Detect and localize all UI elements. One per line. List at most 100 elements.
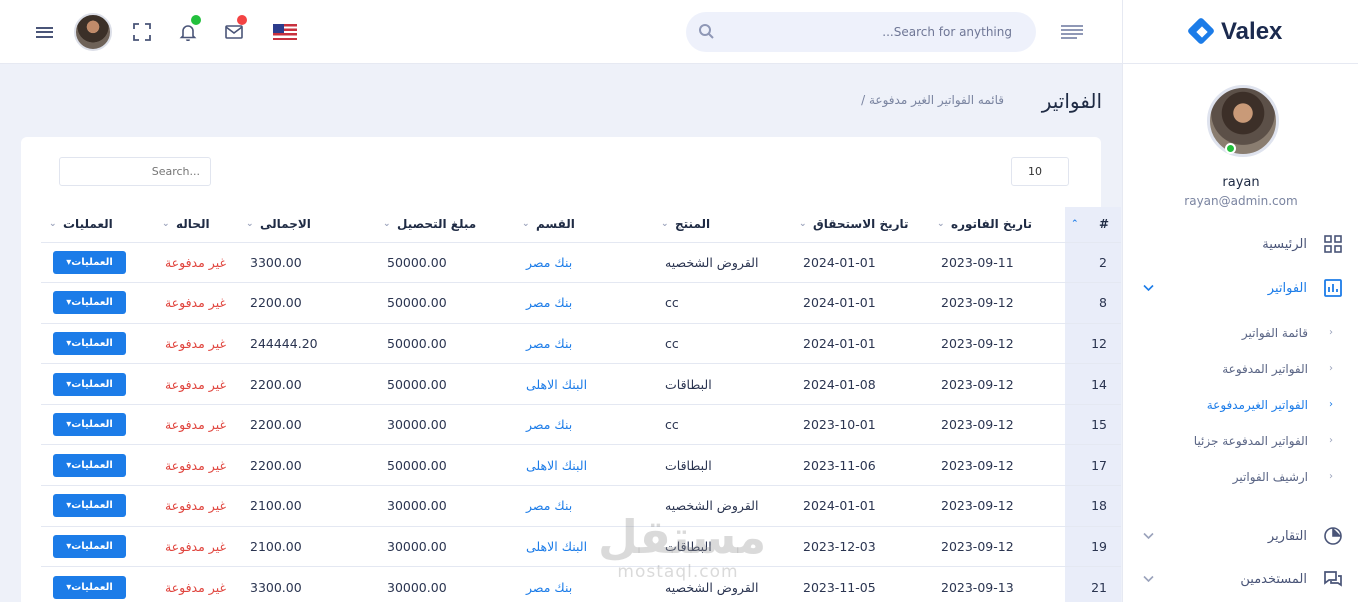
cell-section[interactable]: بنك مصر bbox=[514, 404, 653, 446]
cell-collection-amount: 50000.00 bbox=[375, 444, 514, 487]
column-header[interactable]: العمليات ⌄ bbox=[41, 207, 154, 243]
submenu-invoice-list[interactable]: قائمة الفواتير › bbox=[1123, 321, 1358, 347]
cell-actions: العمليات▾ bbox=[41, 485, 154, 527]
sidebar-toggle-icon[interactable] bbox=[1060, 20, 1084, 44]
cell-invoice-date: 2023-09-12 bbox=[929, 526, 1065, 568]
column-header-label: العمليات bbox=[63, 217, 113, 232]
cell-product: القروض الشخصيه bbox=[653, 485, 791, 527]
chevron-down-icon bbox=[1143, 281, 1154, 295]
profile-avatar[interactable] bbox=[1207, 85, 1279, 157]
cell-section[interactable]: بنك مصر bbox=[514, 282, 653, 324]
breadcrumb[interactable]: / قائمه الفواتير الغير مدفوعة bbox=[861, 93, 1004, 107]
sidebar-item-reports[interactable]: التقارير bbox=[1123, 521, 1358, 551]
sort-icon: ⌄ bbox=[246, 219, 254, 229]
fullscreen-icon[interactable] bbox=[130, 20, 154, 44]
search-input[interactable] bbox=[686, 12, 1036, 52]
sidebar-item-invoices[interactable]: الفواتير bbox=[1123, 273, 1358, 303]
invoices-table: # ⌃ تاريخ الفاتوره ⌄ تاريخ الاستحقاق ⌄ المنتج ⌄… bbox=[41, 207, 1121, 602]
actions-dropdown-button[interactable]: العمليات▾ bbox=[53, 372, 126, 396]
column-header[interactable]: القسم ⌄ bbox=[514, 207, 653, 243]
actions-dropdown-button[interactable]: العمليات▾ bbox=[53, 331, 126, 355]
actions-dropdown-button[interactable]: العمليات▾ bbox=[53, 534, 126, 558]
cell-status: غير مدفوعة bbox=[154, 242, 238, 284]
cell-section[interactable]: البنك الاهلى bbox=[514, 526, 653, 568]
column-header-label: مبلغ التحصيل bbox=[397, 217, 477, 232]
column-header[interactable]: تاريخ الاستحقاق ⌄ bbox=[791, 207, 929, 243]
cell-due-date: 2023-11-05 bbox=[791, 566, 929, 602]
cell-status: غير مدفوعة bbox=[154, 323, 238, 365]
chevron-down-icon bbox=[1143, 572, 1154, 586]
submenu-invoice-archive[interactable]: ارشيف الفواتير › bbox=[1123, 465, 1358, 491]
cell-total: 2100.00 bbox=[238, 526, 375, 568]
actions-dropdown-button[interactable]: العمليات▾ bbox=[53, 413, 126, 437]
column-header[interactable]: تاريخ الفاتوره ⌄ bbox=[929, 207, 1065, 243]
avatar[interactable] bbox=[74, 13, 112, 51]
submenu-label: الفواتير الغيرمدفوعة bbox=[1206, 398, 1308, 412]
chevron-right-icon: › bbox=[1329, 435, 1333, 446]
cell-status: غير مدفوعة bbox=[154, 282, 238, 324]
cell-collection-amount: 30000.00 bbox=[375, 404, 514, 446]
actions-dropdown-button[interactable]: العمليات▾ bbox=[53, 453, 126, 477]
cell-actions: العمليات▾ bbox=[41, 282, 154, 324]
cell-section[interactable]: بنك مصر bbox=[514, 323, 653, 365]
sort-icon: ⌄ bbox=[383, 219, 391, 229]
logo[interactable]: Valex bbox=[1187, 14, 1282, 50]
submenu-label: الفواتير المدفوعة bbox=[1222, 362, 1308, 376]
cell-total: 2200.00 bbox=[238, 404, 375, 446]
us-flag-icon[interactable] bbox=[273, 24, 297, 40]
cell-product: cc bbox=[653, 323, 791, 365]
profile-email: rayan@admin.com bbox=[1184, 194, 1298, 208]
sidebar-item-home[interactable]: الرئيسية bbox=[1123, 229, 1358, 259]
search-icon[interactable] bbox=[698, 23, 716, 41]
column-header[interactable]: الاجمالى ⌄ bbox=[238, 207, 375, 243]
page-length-select[interactable]: 10 bbox=[1011, 157, 1069, 186]
cell-section[interactable]: بنك مصر bbox=[514, 485, 653, 527]
cell-actions: العمليات▾ bbox=[41, 566, 154, 602]
logo-text: Valex bbox=[1221, 18, 1283, 45]
cell-collection-amount: 30000.00 bbox=[375, 485, 514, 527]
pie-chart-icon bbox=[1323, 526, 1343, 546]
cell-invoice-date: 2023-09-12 bbox=[929, 363, 1065, 405]
cell-actions: العمليات▾ bbox=[41, 242, 154, 284]
column-header[interactable]: المنتج ⌄ bbox=[653, 207, 791, 243]
sidebar-item-users[interactable]: المستخدمين bbox=[1123, 564, 1358, 594]
column-header[interactable]: الحاله ⌄ bbox=[154, 207, 238, 243]
submenu-label: قائمة الفواتير bbox=[1241, 326, 1308, 340]
menu-icon[interactable] bbox=[32, 20, 56, 44]
cell-collection-amount: 50000.00 bbox=[375, 282, 514, 324]
table-row: 2 2023-09-11 2024-01-01 القروض الشخصيه بنك م… bbox=[41, 242, 1121, 284]
sort-icon: ⌄ bbox=[661, 219, 669, 229]
column-header[interactable]: مبلغ التحصيل ⌄ bbox=[375, 207, 514, 243]
actions-dropdown-button[interactable]: العمليات▾ bbox=[53, 291, 126, 315]
cell-row-index: 15 bbox=[1065, 404, 1121, 446]
cell-status: غير مدفوعة bbox=[154, 526, 238, 568]
actions-dropdown-button[interactable]: العمليات▾ bbox=[53, 250, 126, 274]
submenu-paid-invoices[interactable]: الفواتير المدفوعة › bbox=[1123, 357, 1358, 383]
column-header-index[interactable]: # ⌃ bbox=[1065, 207, 1121, 243]
cell-section[interactable]: بنك مصر bbox=[514, 242, 653, 284]
logo-mark-icon bbox=[1187, 17, 1217, 47]
cell-collection-amount: 50000.00 bbox=[375, 363, 514, 405]
table-row: 15 2023-09-12 2023-10-01 cc بنك مصر 30000.00 2… bbox=[41, 404, 1121, 446]
submenu-partial-invoices[interactable]: الفواتير المدفوعة جزئيا › bbox=[1123, 429, 1358, 455]
cell-status: غير مدفوعة bbox=[154, 566, 238, 602]
chart-icon bbox=[1323, 278, 1343, 298]
cell-section[interactable]: بنك مصر bbox=[514, 566, 653, 602]
cell-section[interactable]: البنك الاهلى bbox=[514, 444, 653, 487]
table-search-input[interactable] bbox=[59, 157, 211, 186]
cell-actions: العمليات▾ bbox=[41, 444, 154, 487]
column-header-label: تاريخ الفاتوره bbox=[951, 217, 1033, 232]
column-header-label: المنتج bbox=[675, 217, 711, 232]
actions-dropdown-button[interactable]: العمليات▾ bbox=[53, 575, 126, 599]
table-row: 12 2023-09-12 2024-01-01 cc بنك مصر 50000.00 2… bbox=[41, 323, 1121, 365]
cell-invoice-date: 2023-09-11 bbox=[929, 242, 1065, 284]
submenu-unpaid-invoices[interactable]: الفواتير الغيرمدفوعة › bbox=[1123, 393, 1358, 419]
cell-product: cc bbox=[653, 282, 791, 324]
cell-collection-amount: 30000.00 bbox=[375, 566, 514, 602]
cell-status: غير مدفوعة bbox=[154, 363, 238, 405]
sort-icon: ⌄ bbox=[162, 219, 170, 229]
actions-dropdown-button[interactable]: العمليات▾ bbox=[53, 494, 126, 518]
cell-section[interactable]: البنك الاهلى bbox=[514, 363, 653, 405]
cell-due-date: 2023-10-01 bbox=[791, 404, 929, 446]
cell-product: البطاقات bbox=[653, 444, 791, 487]
